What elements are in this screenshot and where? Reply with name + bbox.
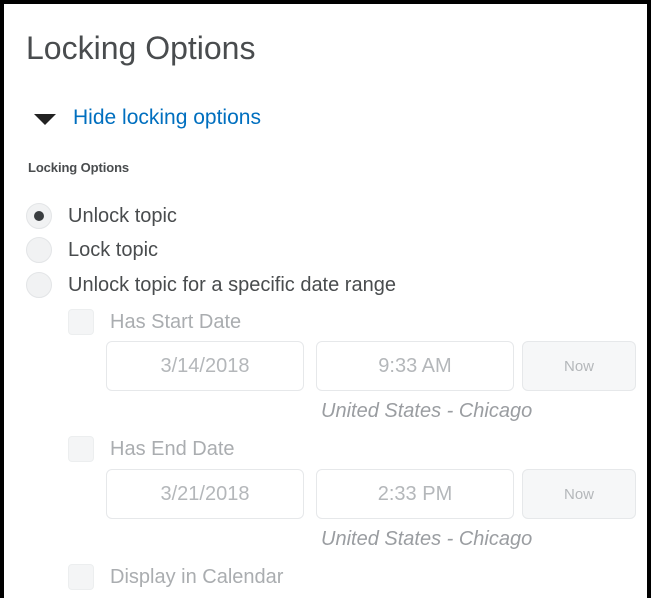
hide-locking-options-toggle[interactable]: Hide locking options [34,102,261,134]
has-start-date-checkbox-row[interactable]: Has Start Date [68,307,241,337]
page-title: Locking Options [26,30,256,66]
end-date-input[interactable]: 3/21/2018 [106,469,304,519]
radio-label: Lock topic [68,238,159,261]
radio-selected-dot [34,211,44,221]
section-label: Locking Options [28,160,130,175]
hide-locking-options-link[interactable]: Hide locking options [73,106,261,130]
start-now-button[interactable]: Now [522,341,636,391]
end-timezone: United States - Chicago [321,528,533,550]
radio-button[interactable] [26,237,52,263]
start-timezone: United States - Chicago [321,400,533,422]
locking-options-panel: Locking Options Hide locking options Loc… [0,0,651,598]
has-end-date-checkbox[interactable] [68,436,94,462]
radio-button[interactable] [26,203,52,229]
radio-lock-topic[interactable]: Lock topic [26,235,158,265]
has-start-date-checkbox[interactable] [68,309,94,335]
display-in-calendar-checkbox[interactable] [68,564,94,590]
has-end-date-label: Has End Date [110,437,235,460]
start-date-input[interactable]: 3/14/2018 [106,341,304,391]
radio-unlock-date-range[interactable]: Unlock topic for a specific date range [26,270,396,300]
end-time-input[interactable]: 2:33 PM [316,469,514,519]
display-in-calendar-checkbox-row[interactable]: Display in Calendar [68,562,283,592]
has-end-date-checkbox-row[interactable]: Has End Date [68,434,235,464]
radio-label: Unlock topic for a specific date range [68,273,396,296]
caret-down-icon [34,114,56,125]
start-time-input[interactable]: 9:33 AM [316,341,514,391]
has-start-date-label: Has Start Date [110,310,242,333]
radio-label: Unlock topic [68,204,177,227]
display-in-calendar-label: Display in Calendar [110,565,284,588]
radio-unlock-topic[interactable]: Unlock topic [26,201,177,231]
end-now-button[interactable]: Now [522,469,636,519]
radio-button[interactable] [26,272,52,298]
